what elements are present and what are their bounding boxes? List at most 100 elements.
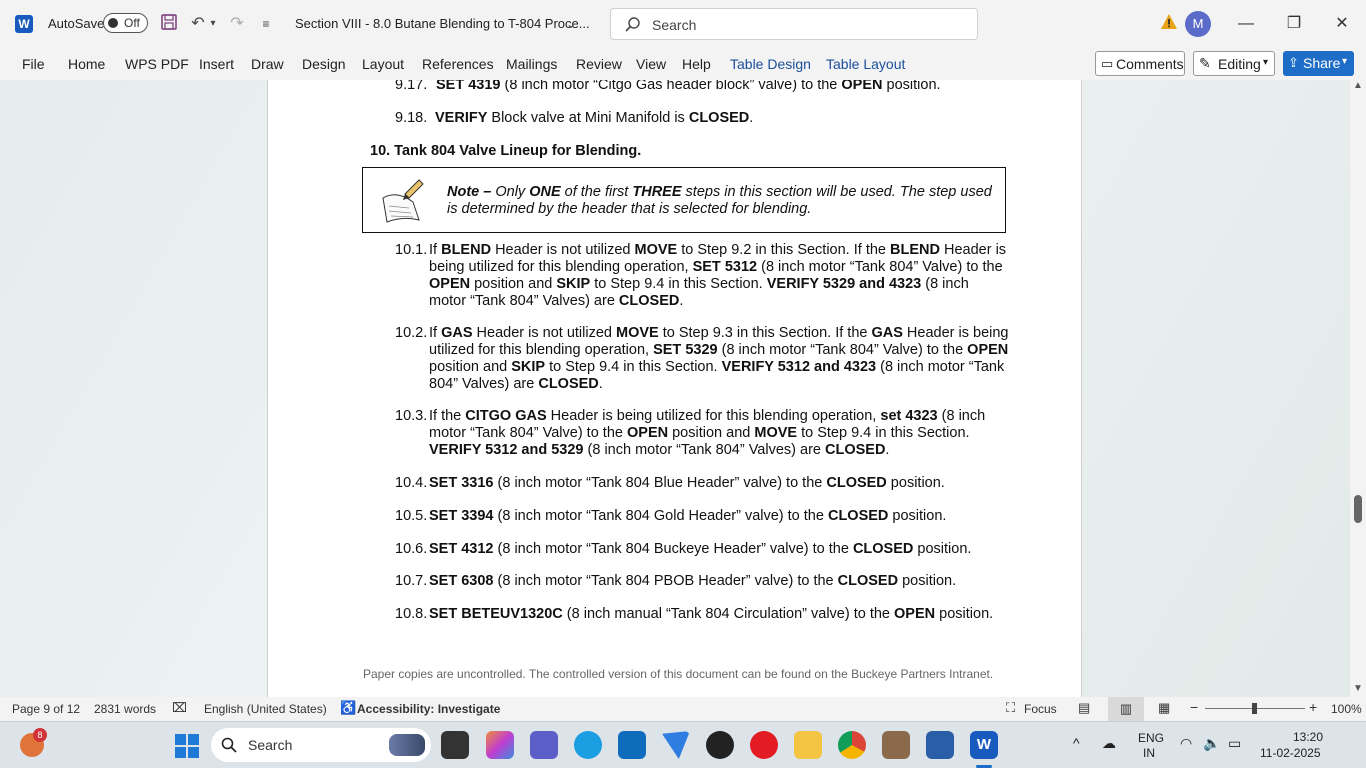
scroll-down-icon[interactable]: ▼ [1353,683,1363,694]
tab-view[interactable]: View [636,56,666,72]
text: . [679,293,684,309]
app-icon[interactable] [882,731,910,759]
clock-date[interactable]: 11-02-2025 [1260,746,1321,760]
notification-badge: 8 [33,728,47,742]
accessibility-status[interactable]: Accessibility: Investigate [357,702,500,716]
note-pencil-icon [382,179,424,223]
editing-mode-button[interactable]: ✎ Editing ▾ [1193,51,1275,76]
scroll-up-icon[interactable]: ▲ [1353,80,1363,91]
text: (8 inch motor “Tank 804 Gold Header” val… [493,508,828,524]
bold-text: CLOSED [826,475,887,491]
bold-text: OPEN [841,80,883,93]
bold-text: SET 4319 [436,80,501,93]
step-text: SET 6308 (8 inch motor “Tank 804 PBOB He… [429,573,1009,590]
document-canvas: 9.17. SET 4319 (8 inch motor “Citgo Gas … [0,80,1350,697]
text: (8 inch motor “Tank 804 Blue Header” val… [493,475,827,491]
zoom-in-icon[interactable]: + [1309,699,1317,715]
step-text: VERIFY Block valve at Mini Manifold is C… [435,110,1015,127]
language-eng[interactable]: ENG [1138,731,1164,745]
maximize-icon[interactable]: ❐ [1279,12,1309,36]
tab-home[interactable]: Home [68,56,105,72]
search-input[interactable]: Search [610,8,978,40]
tab-table-layout[interactable]: Table Layout [826,56,905,72]
document-title[interactable]: Section VIII - 8.0 Butane Blending to T-… [295,16,590,31]
step-number: 10.6. [395,541,428,557]
document-page[interactable]: 9.17. SET 4319 (8 inch motor “Citgo Gas … [267,80,1082,697]
tab-table-design[interactable]: Table Design [730,56,811,72]
undo-dropdown-icon[interactable]: ▾ [206,13,220,35]
tab-mailings[interactable]: Mailings [506,56,557,72]
read-mode-icon[interactable]: ▤ [1078,700,1090,716]
comments-button[interactable]: ▭ Comments [1095,51,1185,76]
scrollbar-thumb[interactable] [1354,495,1362,524]
zoom-slider[interactable] [1205,703,1305,714]
chrome-icon[interactable] [838,731,866,759]
vertical-scrollbar[interactable]: ▲ ▼ [1350,80,1366,697]
autosave-toggle[interactable]: Off [103,13,148,33]
tab-help[interactable]: Help [682,56,711,72]
zoom-level[interactable]: 100% [1331,702,1362,716]
zoom-out-icon[interactable]: − [1190,699,1198,715]
bold-text: VERIFY 5329 and 4323 [766,276,922,292]
volume-icon[interactable]: 🔈 [1203,735,1220,752]
onedrive-icon[interactable]: ☁ [1102,735,1116,752]
save-icon[interactable] [158,13,180,35]
tab-draw[interactable]: Draw [251,56,284,72]
file-explorer-icon[interactable] [794,731,822,759]
autosave-state: Off [124,16,140,30]
tab-layout[interactable]: Layout [362,56,404,72]
app-icon[interactable] [926,731,954,759]
chevron-down-icon[interactable]: ⌄ [560,13,582,35]
task-view-icon[interactable] [441,731,469,759]
tab-file[interactable]: File [22,56,45,72]
language-indicator[interactable]: English (United States) [204,702,327,716]
word-taskbar-icon[interactable]: W [970,731,998,759]
battery-icon[interactable]: ▭ [1228,735,1241,752]
edge-icon[interactable] [574,731,602,759]
tab-insert[interactable]: Insert [199,56,234,72]
teams-icon[interactable] [530,731,558,759]
dell-icon[interactable] [706,731,734,759]
windows-start-icon[interactable] [175,734,199,758]
focus-mode-button[interactable]: Focus [1024,702,1057,716]
customize-qat-icon[interactable]: ≡ [255,13,277,35]
bold-text: SET 6308 [429,573,494,589]
step-10-1-text: If BLEND Header is not utilized MOVE to … [429,242,1009,310]
text: of the first [560,184,633,200]
text: to Step 9.2 in this Section. If the [677,242,891,258]
taskbar-search-label: Search [248,737,293,753]
store-icon[interactable] [618,731,646,759]
wifi-icon[interactable]: ◠ [1180,735,1192,752]
tab-review[interactable]: Review [576,56,622,72]
chevron-up-icon[interactable]: ^ [1073,735,1080,751]
close-icon[interactable]: ✕ [1327,12,1357,36]
web-layout-icon[interactable]: ▦ [1158,700,1170,716]
minimize-icon[interactable]: — [1231,12,1261,36]
power-automate-icon[interactable] [662,731,690,759]
zoom-slider-knob[interactable] [1252,703,1257,714]
text: position and [470,276,557,292]
text: position and [668,425,755,441]
bold-text: OPEN [429,276,471,292]
page-count[interactable]: Page 9 of 12 [12,702,80,716]
opera-icon[interactable] [750,731,778,759]
text: to Step 9.4 in this Section. [590,276,767,292]
word-count[interactable]: 2831 words [94,702,156,716]
text: position. [888,508,947,524]
step-10-3-text: If the CITGO GAS Header is being utilize… [429,408,1009,459]
tab-design[interactable]: Design [302,56,346,72]
language-in[interactable]: IN [1143,746,1155,760]
avatar[interactable]: M [1185,11,1211,37]
bold-text: CLOSED [688,110,750,126]
taskbar-search[interactable]: Search [211,728,431,762]
copilot-icon[interactable] [486,731,514,759]
redo-icon[interactable]: ↷ [226,13,248,35]
tab-wps-pdf[interactable]: WPS PDF [125,56,189,72]
print-layout-icon[interactable]: ▥ [1108,697,1144,721]
share-button[interactable]: ⇪ Share ▾ [1283,51,1354,76]
proofing-icon[interactable]: ⌧ [172,700,187,716]
text: Header is not utilized [472,325,616,341]
clock-time[interactable]: 13:20 [1293,730,1323,744]
warning-icon[interactable] [1160,13,1178,36]
tab-references[interactable]: References [422,56,494,72]
